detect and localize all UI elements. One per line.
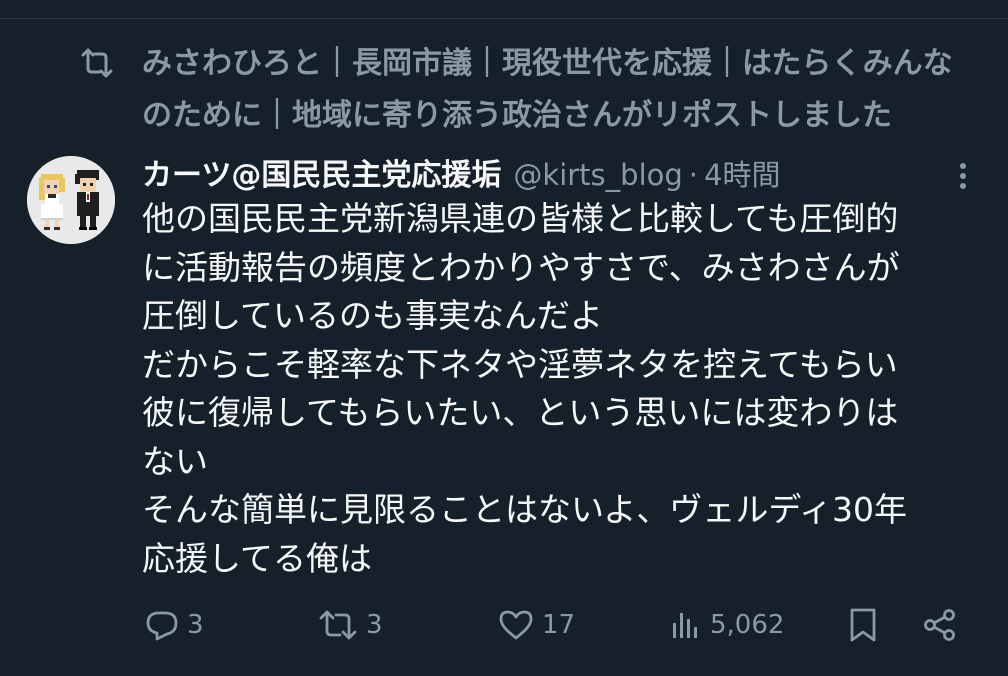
tweet-screen: みさわひろと｜長岡市議｜現役世代を応援｜はたらくみんな のために｜地域に寄り添う… <box>0 0 1008 676</box>
action-bar: 3 3 17 5,062 <box>0 600 1008 650</box>
retweet-icon <box>81 48 113 78</box>
avatar[interactable] <box>27 156 115 244</box>
views-count: 5,062 <box>710 610 785 640</box>
tweet-text-line: 彼に復帰してもらいたい、という思いには変わりは <box>142 393 899 432</box>
repost-icon <box>319 610 357 640</box>
tweet-text-line: に活動報告の頻度とわかりやすさで、みさわさんが <box>142 247 900 287</box>
bookmark-button[interactable] <box>848 600 878 650</box>
reply-count: 3 <box>187 610 204 640</box>
social-context-line: のために｜地域に寄り添う政治さんがリポストしました <box>142 98 892 133</box>
tweet-text-line: 応援してる俺は <box>142 538 373 578</box>
like-count: 17 <box>542 610 576 640</box>
repost-button[interactable]: 3 <box>318 600 383 650</box>
reply-icon <box>146 611 178 641</box>
tweet-text-line: 他の国民民主党新潟県連の皆様と比較しても圧倒的 <box>142 199 899 238</box>
avatar-pixel-art <box>27 156 115 244</box>
reply-button[interactable]: 3 <box>145 600 204 650</box>
timestamp[interactable]: 4時間 <box>704 158 780 192</box>
top-divider <box>0 0 1008 19</box>
views-chart-icon <box>673 613 697 638</box>
user-handle[interactable]: @kirts_blog <box>513 158 682 192</box>
tweet-text-line: だからこそ軽率な下ネタや淫夢ネタを控えてもらい <box>142 344 898 384</box>
heart-icon <box>499 610 533 640</box>
repost-count: 3 <box>366 610 383 640</box>
bookmark-icon <box>850 608 876 642</box>
separator-dot: · <box>688 158 698 192</box>
tweet-text-line: 圧倒しているのも事実なんだよ <box>142 296 604 335</box>
tweet-text-line: そんな簡単に見限ることはないよ、ヴェルディ30年 <box>142 490 908 529</box>
tweet-header: カーツ@国民民主党応援垢 @kirts_blog · 4時間 <box>142 150 780 200</box>
social-context-line: みさわひろと｜長岡市議｜現役世代を応援｜はたらくみんな <box>142 46 953 81</box>
tweet-text: 他の国民民主党新潟県連の皆様と比較しても圧倒的 に活動報告の頻度とわかりやすさで… <box>142 195 992 583</box>
share-button[interactable] <box>922 600 958 650</box>
views-button[interactable]: 5,062 <box>670 600 784 650</box>
social-context[interactable]: みさわひろと｜長岡市議｜現役世代を応援｜はたらくみんな のために｜地域に寄り添う… <box>142 38 1008 142</box>
share-icon <box>924 609 955 641</box>
display-name[interactable]: カーツ@国民民主党応援垢 <box>142 158 501 193</box>
more-dots-icon[interactable] <box>950 160 976 192</box>
tweet-text-line: ない <box>142 441 208 481</box>
like-button[interactable]: 17 <box>498 600 575 650</box>
